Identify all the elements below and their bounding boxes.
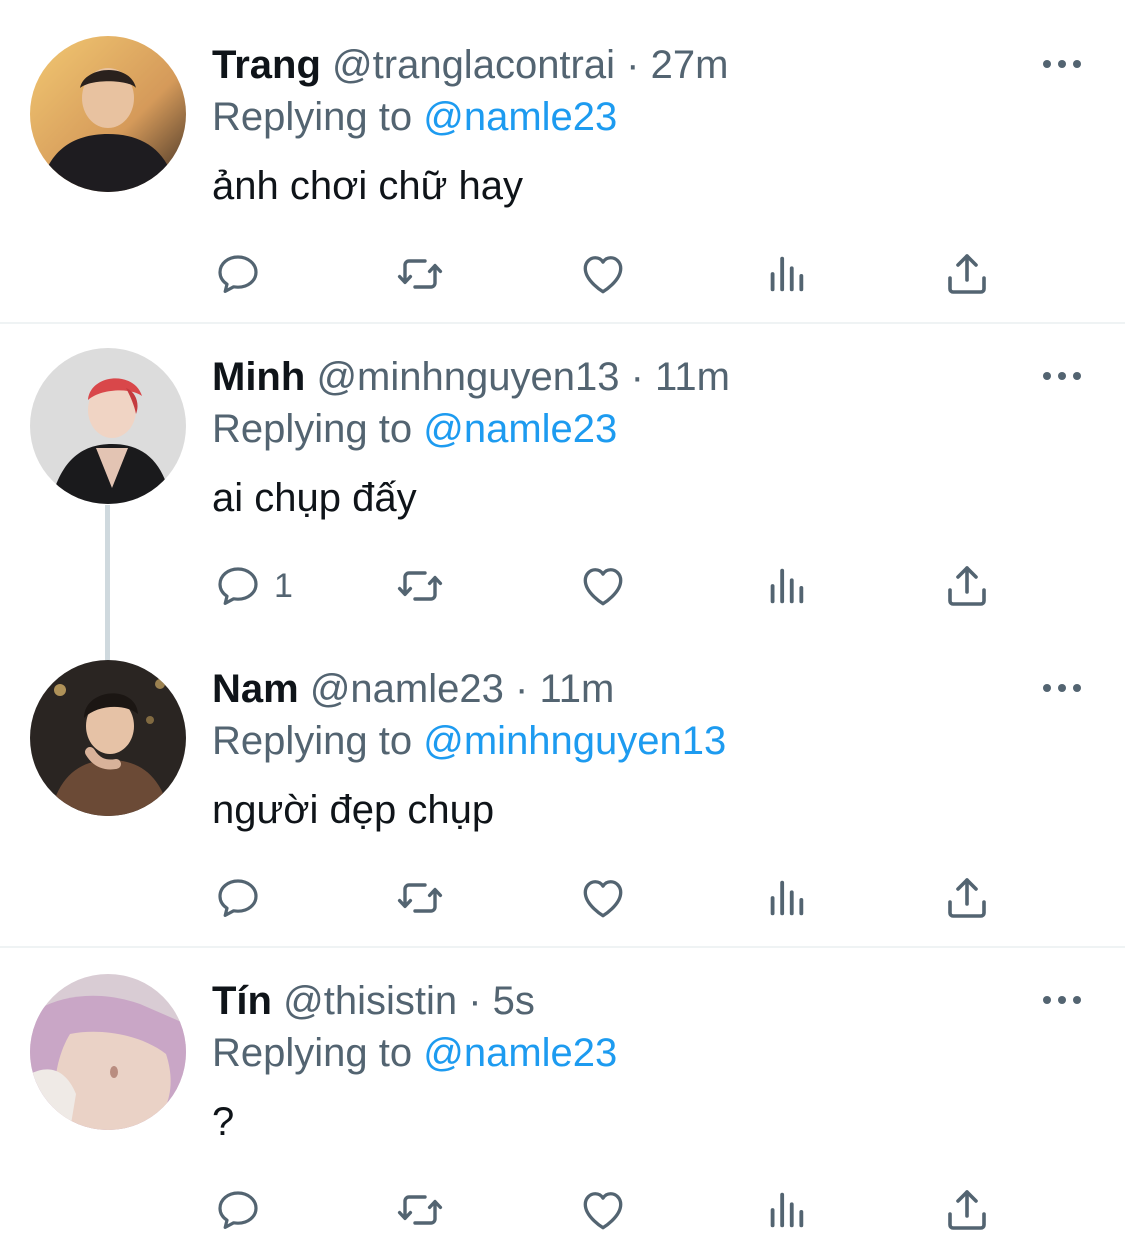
like-button[interactable]: [578, 560, 628, 612]
timestamp[interactable]: 27m: [651, 43, 729, 87]
divider: [0, 946, 1125, 948]
more-options-button[interactable]: [1040, 988, 1084, 1012]
replying-to-label: Replying to: [212, 1031, 413, 1075]
retweet-icon: [392, 250, 448, 298]
more-horizontal-icon: [1040, 364, 1084, 388]
mention-link[interactable]: @minhnguyen13: [423, 719, 726, 763]
heart-icon: [578, 1185, 628, 1235]
more-horizontal-icon: [1040, 52, 1084, 76]
views-button[interactable]: [763, 560, 809, 612]
mention-link[interactable]: @namle23: [423, 95, 617, 139]
reply-button[interactable]: 1: [214, 560, 293, 612]
like-button[interactable]: [578, 1184, 628, 1236]
user-handle[interactable]: @minhnguyen13: [316, 355, 619, 399]
retweet-button[interactable]: [392, 248, 448, 300]
separator-dot: ·: [468, 979, 482, 1023]
display-name[interactable]: Nam: [212, 667, 299, 711]
views-bar-chart-icon: [763, 251, 809, 297]
display-name[interactable]: Minh: [212, 355, 305, 399]
share-upload-icon: [943, 874, 991, 922]
avatar-image: [30, 36, 186, 192]
replying-to: Replying to @minhnguyen13: [212, 716, 726, 766]
avatar[interactable]: [30, 348, 186, 504]
reply-bubble-icon: [214, 874, 262, 922]
replying-to-label: Replying to: [212, 407, 413, 451]
share-button[interactable]: [943, 872, 991, 924]
tweet-header: Trang @tranglacontrai · 27m: [212, 40, 728, 90]
timestamp[interactable]: 11m: [655, 355, 730, 399]
avatar[interactable]: [30, 660, 186, 816]
avatar-image: [30, 348, 186, 504]
reply-button[interactable]: [214, 1184, 274, 1236]
replying-to-label: Replying to: [212, 719, 413, 763]
tweet-text: ?: [212, 1100, 235, 1144]
display-name[interactable]: Tín: [212, 979, 272, 1023]
reply-button[interactable]: [214, 248, 274, 300]
user-handle[interactable]: @thisistin: [283, 979, 457, 1023]
heart-icon: [578, 561, 628, 611]
retweet-icon: [392, 562, 448, 610]
more-horizontal-icon: [1040, 988, 1084, 1012]
more-options-button[interactable]: [1040, 52, 1084, 76]
views-button[interactable]: [763, 872, 809, 924]
share-upload-icon: [943, 562, 991, 610]
more-horizontal-icon: [1040, 676, 1084, 700]
display-name[interactable]: Trang: [212, 43, 321, 87]
views-bar-chart-icon: [763, 563, 809, 609]
share-upload-icon: [943, 1186, 991, 1234]
timestamp[interactable]: 11m: [539, 667, 614, 711]
action-bar: 1: [0, 560, 1125, 612]
like-button[interactable]: [578, 248, 628, 300]
replying-to: Replying to @namle23: [212, 92, 617, 142]
retweet-icon: [392, 1186, 448, 1234]
share-upload-icon: [943, 250, 991, 298]
tweet-text: người đẹp chụp: [212, 788, 495, 832]
more-options-button[interactable]: [1040, 676, 1084, 700]
tweet-header: Nam @namle23 · 11m: [212, 664, 614, 714]
avatar-image: [30, 660, 186, 816]
replying-to: Replying to @namle23: [212, 404, 617, 454]
tweet-header: Tín @thisistin · 5s: [212, 976, 535, 1026]
avatar[interactable]: [30, 36, 186, 192]
separator-dot: ·: [515, 667, 529, 711]
avatar[interactable]: [30, 974, 186, 1130]
share-button[interactable]: [943, 248, 991, 300]
tweet-text: ảnh chơi chữ hay: [212, 164, 523, 208]
retweet-icon: [392, 874, 448, 922]
replying-to: Replying to @namle23: [212, 1028, 617, 1078]
separator-dot: ·: [630, 355, 644, 399]
reply-bubble-icon: [214, 1186, 262, 1234]
action-bar: [0, 1184, 1125, 1236]
share-button[interactable]: [943, 560, 991, 612]
tweet-header: Minh @minhnguyen13 · 11m: [212, 352, 730, 402]
reply-bubble-icon: [214, 562, 262, 610]
separator-dot: ·: [626, 43, 640, 87]
views-bar-chart-icon: [763, 1187, 809, 1233]
action-bar: [0, 248, 1125, 300]
views-button[interactable]: [763, 1184, 809, 1236]
retweet-button[interactable]: [392, 1184, 448, 1236]
share-button[interactable]: [943, 1184, 991, 1236]
views-button[interactable]: [763, 248, 809, 300]
views-bar-chart-icon: [763, 875, 809, 921]
reply-count: 1: [274, 567, 293, 605]
divider: [0, 322, 1125, 324]
heart-icon: [578, 249, 628, 299]
heart-icon: [578, 873, 628, 923]
reply-button[interactable]: [214, 872, 274, 924]
avatar-image: [30, 974, 186, 1130]
user-handle[interactable]: @namle23: [310, 667, 504, 711]
retweet-button[interactable]: [392, 872, 448, 924]
user-handle[interactable]: @tranglacontrai: [332, 43, 615, 87]
mention-link[interactable]: @namle23: [423, 407, 617, 451]
tweet-text: ai chụp đấy: [212, 476, 417, 520]
reply-bubble-icon: [214, 250, 262, 298]
mention-link[interactable]: @namle23: [423, 1031, 617, 1075]
replying-to-label: Replying to: [212, 95, 413, 139]
action-bar: [0, 872, 1125, 924]
like-button[interactable]: [578, 872, 628, 924]
timestamp[interactable]: 5s: [493, 979, 535, 1023]
retweet-button[interactable]: [392, 560, 448, 612]
more-options-button[interactable]: [1040, 364, 1084, 388]
